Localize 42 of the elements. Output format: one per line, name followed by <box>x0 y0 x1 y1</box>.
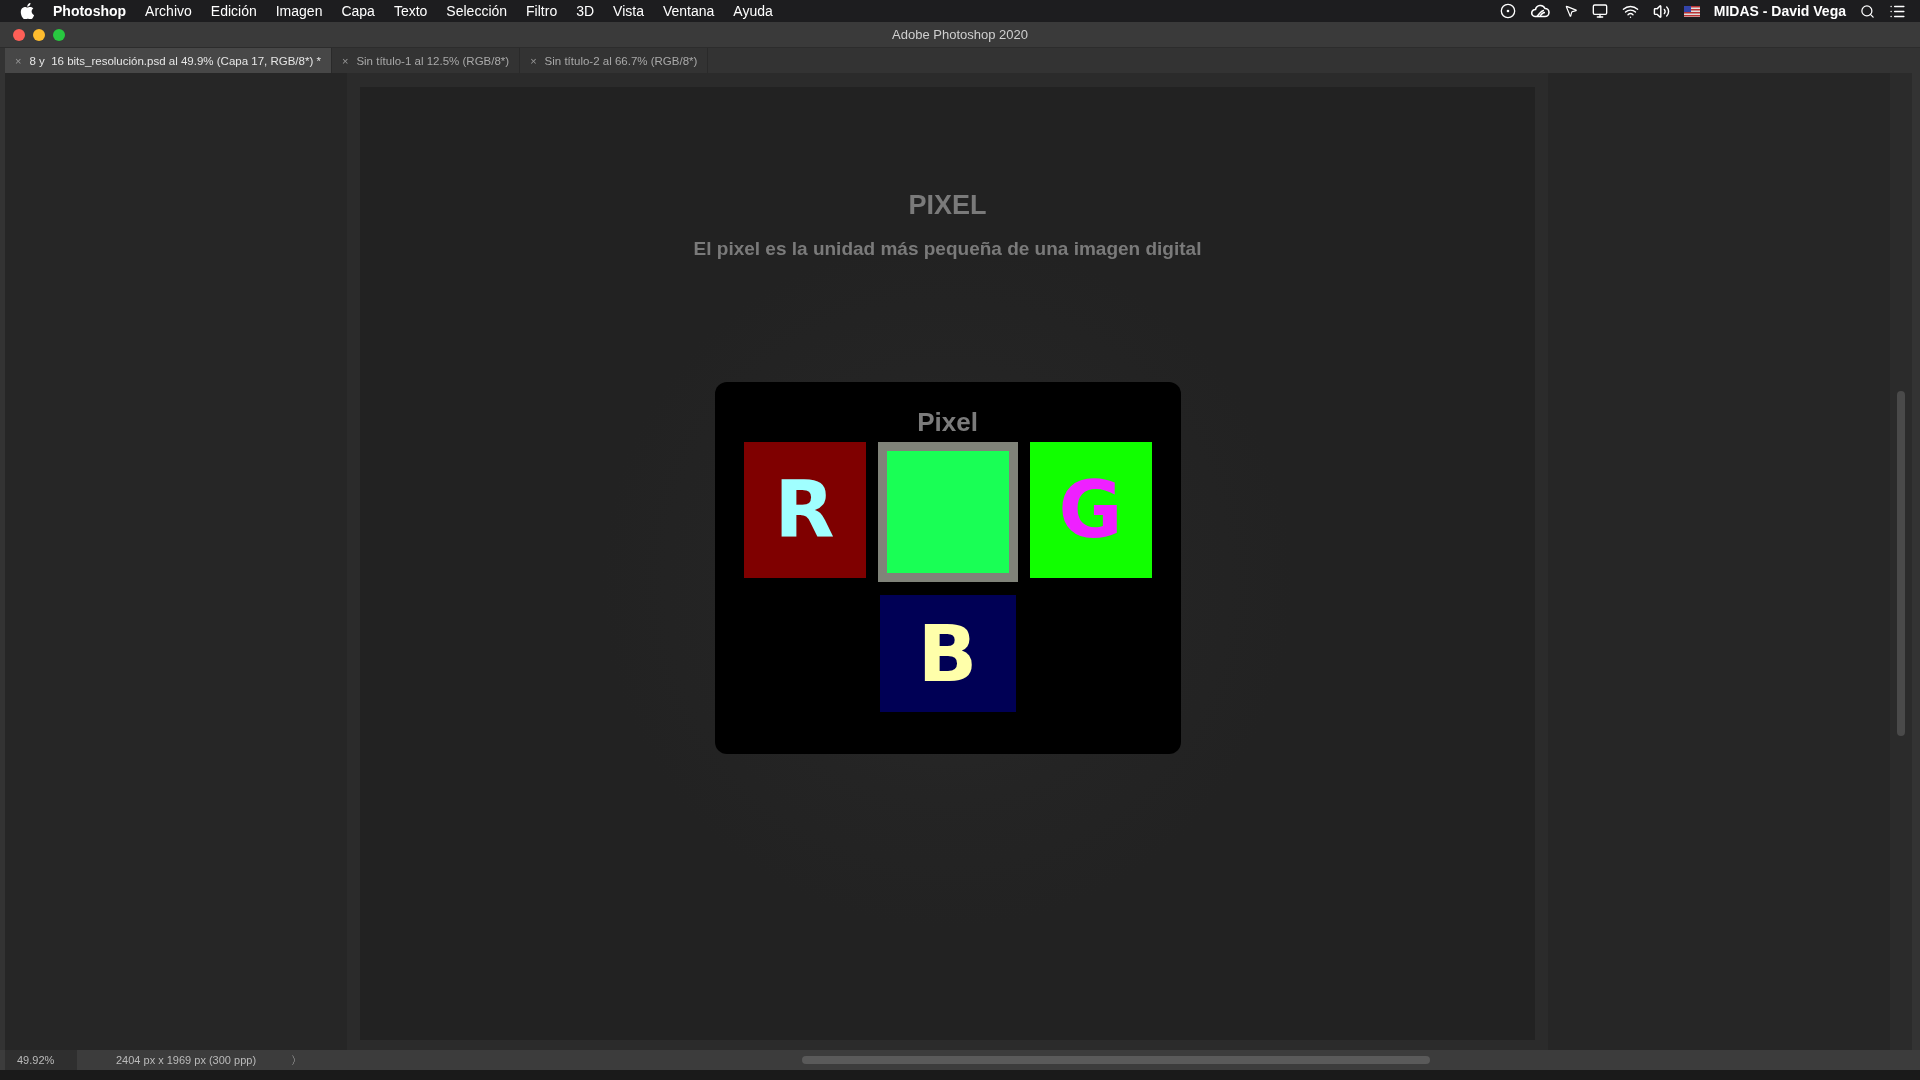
cloud-rings-icon[interactable] <box>1529 4 1550 18</box>
scrollbar-thumb[interactable] <box>1897 391 1905 736</box>
window-title: Adobe Photoshop 2020 <box>892 27 1028 42</box>
channel-letter: B <box>917 614 978 693</box>
canvas-subtitle: El pixel es la unidad más pequeña de una imagen digital <box>693 238 1202 260</box>
tab-label: 8 y 16 bits_resolución.psd al 49.9% (Capa 17, RGB/8*) * <box>29 54 321 67</box>
menu-item[interactable]: Texto <box>393 3 428 19</box>
cursor-icon[interactable] <box>1563 4 1578 18</box>
menu-item[interactable]: Ayuda <box>733 3 773 19</box>
menu-item[interactable]: Capa <box>341 3 375 19</box>
menu-item[interactable]: Archivo <box>145 3 192 19</box>
card-title: Pixel <box>917 409 978 435</box>
menu-item[interactable]: Vista <box>613 3 644 19</box>
minimize-window-button[interactable] <box>33 28 45 41</box>
scrollbar-thumb[interactable] <box>802 1056 1430 1064</box>
app-menu[interactable]: Photoshop <box>53 3 127 19</box>
tab-close-button[interactable]: × <box>530 54 537 67</box>
us-flag-icon[interactable] <box>1683 5 1700 17</box>
menu-item[interactable]: Edición <box>210 3 257 19</box>
search-icon[interactable] <box>1860 3 1875 19</box>
user-name[interactable]: MIDAS - David Vega <box>1713 3 1846 19</box>
zoom-level[interactable]: 49.92% <box>5 1050 77 1070</box>
zoom-window-button[interactable] <box>53 28 65 41</box>
canvas-heading: PIXEL <box>908 190 987 221</box>
menu-item[interactable]: 3D <box>576 3 595 19</box>
tab-label: Sin título-2 al 66.7% (RGB/8*) <box>544 54 698 67</box>
channel-letter: R <box>774 471 835 549</box>
menu-item[interactable]: Ventana <box>662 3 715 19</box>
channel-letter: G <box>1058 471 1123 549</box>
document-tab[interactable]: × 8 y 16 bits_resolución.psd al 49.9% (Capa 17, RGB/8*) * <box>5 48 332 73</box>
record-icon[interactable] <box>1499 3 1516 19</box>
tab-close-button[interactable]: × <box>341 54 349 67</box>
menu-item[interactable]: Filtro <box>526 3 558 19</box>
apple-logo-icon[interactable] <box>20 3 34 19</box>
menu-item[interactable]: Selección <box>446 3 508 19</box>
monitor-icon[interactable] <box>1591 3 1608 19</box>
tab-label: Sin título-1 al 12.5% (RGB/8*) <box>356 54 510 67</box>
status-menu-arrow[interactable]: 〉 <box>291 1052 321 1068</box>
volume-icon[interactable] <box>1652 2 1670 20</box>
close-window-button[interactable] <box>13 28 25 41</box>
document-dimensions: 2404 px x 1969 px (300 ppp) <box>115 1054 258 1066</box>
menu-item[interactable]: Imagen <box>275 3 323 19</box>
